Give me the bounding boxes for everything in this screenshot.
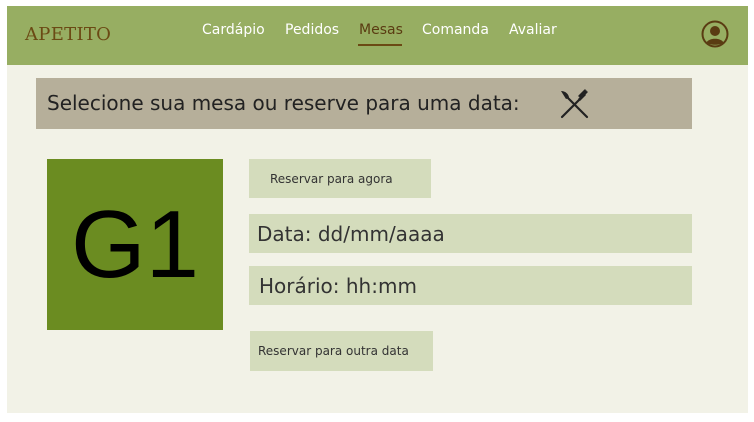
selection-banner: Selecione sua mesa ou reserve para uma d…	[36, 78, 692, 129]
time-field[interactable]: Horário: hh:mm	[249, 266, 692, 305]
fork-knife-icon	[557, 86, 593, 122]
nav-item-mesas[interactable]: Mesas	[359, 22, 403, 38]
reserve-other-date-button[interactable]: Reservar para outra data	[250, 331, 433, 371]
top-navbar: APETITO Cardápio Pedidos Mesas Comanda A…	[7, 6, 748, 65]
brand-logo[interactable]: APETITO	[25, 24, 111, 45]
reserve-now-button[interactable]: Reservar para agora	[249, 159, 431, 198]
nav-item-cardapio[interactable]: Cardápio	[202, 22, 265, 38]
date-field[interactable]: Data: dd/mm/aaaa	[249, 214, 692, 253]
table-tile-g1[interactable]: G1	[47, 159, 223, 330]
banner-title: Selecione sua mesa ou reserve para uma d…	[47, 91, 520, 115]
active-nav-underline	[358, 44, 402, 46]
page-frame: APETITO Cardápio Pedidos Mesas Comanda A…	[7, 6, 748, 413]
nav-item-comanda[interactable]: Comanda	[422, 22, 489, 38]
nav-item-avaliar[interactable]: Avaliar	[509, 22, 557, 38]
table-label: G1	[70, 190, 200, 298]
profile-icon[interactable]	[701, 20, 729, 48]
nav-item-pedidos[interactable]: Pedidos	[285, 22, 339, 38]
